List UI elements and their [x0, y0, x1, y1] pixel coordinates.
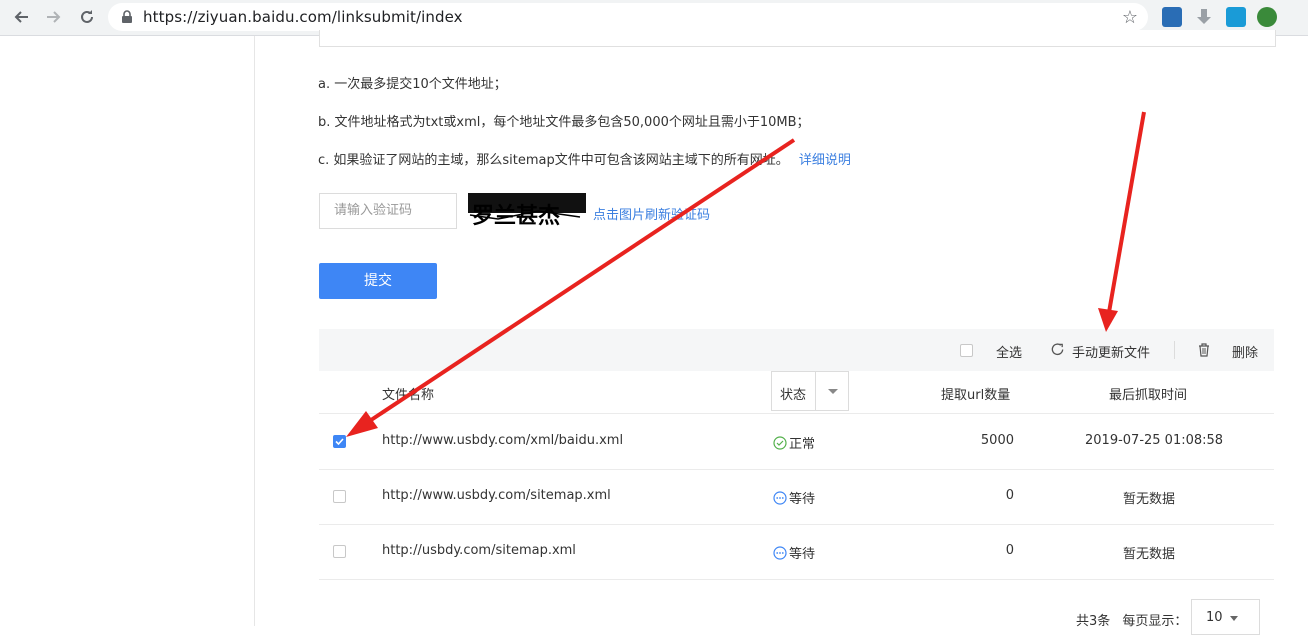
- extension-s-icon[interactable]: [1162, 7, 1182, 27]
- file-url: http://www.usbdy.com/xml/baidu.xml: [382, 433, 624, 448]
- waiting-icon: [773, 490, 787, 505]
- dropdown-divider: [815, 372, 816, 410]
- extension-copy-icon[interactable]: [1226, 7, 1246, 27]
- reload-icon[interactable]: [76, 6, 98, 28]
- lock-icon: [122, 10, 132, 23]
- chevron-down-icon: [1230, 616, 1238, 621]
- chevron-down-icon: [828, 389, 838, 394]
- status-text: 等待: [789, 547, 816, 562]
- header-status: 状态: [780, 388, 807, 403]
- table-row: http://www.usbdy.com/sitemap.xml 等待 0 暂无…: [319, 469, 1274, 525]
- url-text: https://ziyuan.baidu.com/linksubmit/inde…: [143, 8, 463, 26]
- sidebar-divider: [254, 36, 255, 626]
- refresh-icon: [1050, 342, 1065, 361]
- pager-total: 共3条: [1076, 614, 1111, 629]
- status-cell: 正常: [773, 433, 815, 452]
- url-count: 5000: [980, 433, 1014, 448]
- pager-per-page-label: 每页显示：: [1122, 614, 1188, 629]
- note-a: a. 一次最多提交10个文件地址；: [318, 77, 507, 92]
- detail-link[interactable]: 详细说明: [799, 153, 851, 168]
- status-text: 等待: [789, 492, 816, 507]
- last-crawl-time: 暂无数据: [1123, 547, 1176, 562]
- manual-update-button[interactable]: 手动更新文件: [1072, 342, 1150, 361]
- captcha-refresh-link[interactable]: 点击图片刷新验证码: [593, 204, 710, 223]
- note-b: b. 文件地址格式为txt或xml，每个地址文件最多包含50,000个网址且需小…: [318, 115, 810, 130]
- url-count: 0: [1005, 543, 1014, 558]
- row-checkbox[interactable]: [333, 435, 346, 448]
- note-c-text: c. 如果验证了网站的主域，那么sitemap文件中可包含该网站主域下的所有网址…: [318, 153, 789, 168]
- waiting-icon: [773, 545, 787, 560]
- trash-icon: [1197, 342, 1211, 361]
- select-all-label[interactable]: 全选: [996, 342, 1022, 361]
- download-icon[interactable]: [1194, 7, 1214, 27]
- textarea-box-bottom: [319, 30, 1276, 47]
- table-row: http://www.usbdy.com/xml/baidu.xml 正常 50…: [319, 414, 1274, 470]
- page-size-value: 10: [1206, 610, 1223, 625]
- extension-globe-icon[interactable]: [1257, 7, 1277, 27]
- file-toolbar: 全选 手动更新文件 删除: [319, 329, 1274, 371]
- delete-button[interactable]: 删除: [1232, 342, 1258, 361]
- back-icon[interactable]: [10, 6, 32, 28]
- bookmark-star-icon[interactable]: ☆: [1122, 7, 1138, 28]
- status-filter-dropdown[interactable]: 状态: [771, 371, 849, 411]
- row-checkbox[interactable]: [333, 545, 346, 558]
- file-url: http://www.usbdy.com/sitemap.xml: [382, 488, 611, 503]
- status-cell: 等待: [773, 543, 815, 562]
- pager-info: 共3条 每页显示：: [1076, 610, 1187, 629]
- note-c: c. 如果验证了网站的主域，那么sitemap文件中可包含该网站主域下的所有网址…: [318, 149, 851, 168]
- table-row: http://usbdy.com/sitemap.xml 等待 0 暂无数据: [319, 524, 1274, 580]
- address-bar[interactable]: https://ziyuan.baidu.com/linksubmit/inde…: [108, 3, 1148, 31]
- check-circle-icon: [773, 435, 787, 450]
- submit-button[interactable]: 提交: [319, 263, 437, 299]
- url-count: 0: [1005, 488, 1014, 503]
- status-cell: 等待: [773, 488, 815, 507]
- captcha-input[interactable]: 请输入验证码: [319, 193, 457, 229]
- file-url: http://usbdy.com/sitemap.xml: [382, 543, 576, 558]
- select-all-checkbox[interactable]: [960, 344, 973, 357]
- forward-icon[interactable]: [43, 6, 65, 28]
- captcha-image[interactable]: 罗兰甚杰: [468, 193, 588, 229]
- header-last-crawl: 最后抓取时间: [1109, 388, 1188, 403]
- toolbar-separator: [1174, 341, 1175, 359]
- page-size-select[interactable]: 10: [1191, 599, 1260, 635]
- header-file-name: 文件名称: [382, 388, 435, 403]
- last-crawl-time: 暂无数据: [1123, 492, 1176, 507]
- annotation-arrow-2: [1106, 111, 1146, 319]
- status-text: 正常: [789, 437, 816, 452]
- row-checkbox[interactable]: [333, 490, 346, 503]
- header-url-count: 提取url数量: [941, 388, 1011, 403]
- last-crawl-time: 2019-07-25 01:08:58: [1085, 433, 1224, 448]
- table-header: 文件名称 状态 提取url数量 最后抓取时间: [319, 371, 1274, 414]
